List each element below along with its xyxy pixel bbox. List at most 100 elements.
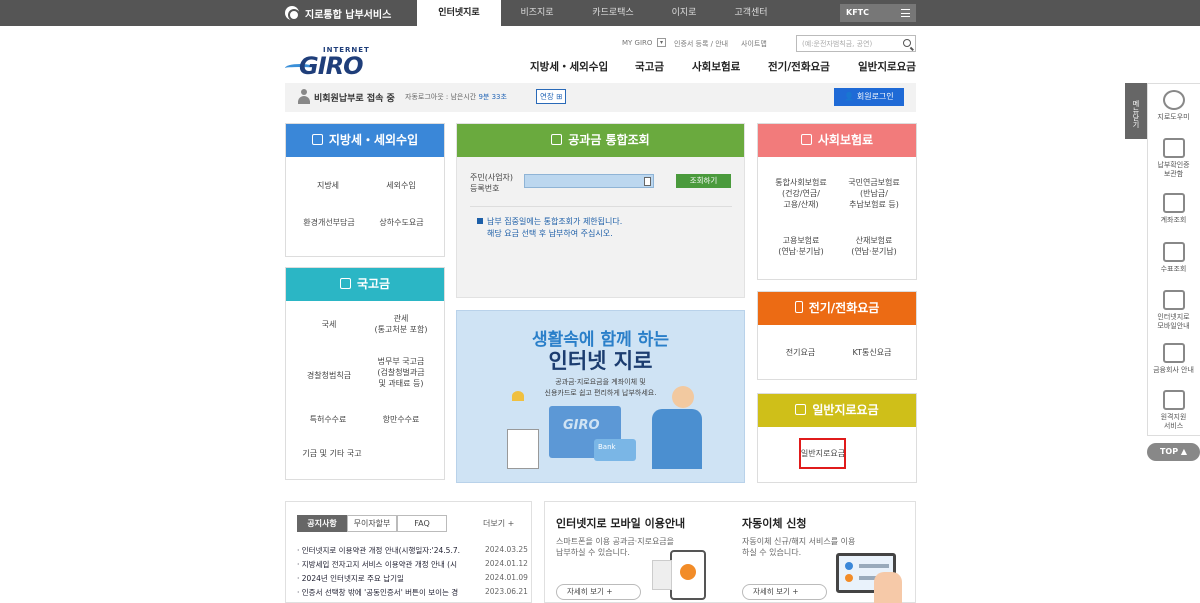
headset-icon xyxy=(1162,90,1185,110)
util-link-cert[interactable]: 인증서 등록 / 안내 xyxy=(674,39,728,49)
item-employment[interactable]: 고용보험료 (연납·분기납) xyxy=(762,235,840,257)
mobile-promo-desc: 스마트폰을 이용 공과금·지로요금을 납부하실 수 있습니다. xyxy=(556,537,675,557)
util-link-sitemap[interactable]: 사이트맵 xyxy=(741,39,767,49)
tab-cardrotax[interactable]: 카드로택스 xyxy=(573,0,653,26)
account-search-icon xyxy=(1162,193,1185,213)
member-login-button[interactable]: 👤 회원로그인 xyxy=(834,88,904,106)
nav-social-insurance[interactable]: 사회보험료 xyxy=(692,59,740,74)
auto-transfer-more-button[interactable]: 자세히 보기 + xyxy=(742,584,827,600)
person-body-illustration xyxy=(652,409,702,469)
extend-button[interactable]: 연장 ⊞ xyxy=(536,89,567,104)
bill-icon xyxy=(795,404,807,415)
brand-link[interactable]: 지로통합 납부서비스 xyxy=(285,0,391,26)
promo-banner[interactable]: 생활속에 함께 하는 인터넷 지로 공과금·지로요금을 계좌이체 및 신용카드로 … xyxy=(456,310,745,483)
divider xyxy=(470,206,732,207)
phone-icon xyxy=(794,301,803,313)
item-env-charge[interactable]: 환경개선부담금 xyxy=(293,217,365,228)
item-local-tax[interactable]: 지방세 xyxy=(298,180,358,191)
sidebar-account-lookup[interactable]: 계좌조회 xyxy=(1147,193,1200,225)
calculator-icon xyxy=(551,134,563,145)
sidebar-remote-support[interactable]: 원격지원 서비스 xyxy=(1147,390,1200,431)
id-number-input[interactable] xyxy=(524,174,654,188)
item-industrial[interactable]: 산재보험료 (연납·분기납) xyxy=(835,235,913,257)
util-link-my-giro[interactable]: MY GIRO xyxy=(622,39,652,47)
lookup-button[interactable]: 조회하기 xyxy=(676,174,731,188)
sidebar-mobile-guide[interactable]: 인터넷지로 모바일안내 xyxy=(1147,290,1200,331)
sidebar-giro-helper[interactable]: 지로도우미 xyxy=(1147,90,1200,122)
item-police-fine[interactable]: 경찰청범칙금 xyxy=(295,370,363,381)
search-icon[interactable] xyxy=(903,39,911,47)
session-status-bar: 비회원납부로 접속 중 자동로그아웃 : 남은시간 9분 33초 연장 ⊞ xyxy=(285,83,916,112)
news-item[interactable]: · 2024년 인터넷지로 주요 납기일 2024.01.09 xyxy=(297,573,528,584)
hamburger-icon xyxy=(901,9,910,17)
news-item[interactable]: · 인터넷지로 이용약관 개정 안내(시행일자:'24.5.7. 2024.03.… xyxy=(297,545,528,556)
tab-faq[interactable]: FAQ xyxy=(397,515,447,532)
news-item[interactable]: · 지방세입 전자고지 서비스 이용약관 개정 안내 (시 2024.01.12 xyxy=(297,559,528,570)
kftc-label: KFTC xyxy=(846,8,869,17)
item-national-tax[interactable]: 국세 xyxy=(299,319,359,330)
user-icon xyxy=(298,89,310,104)
keyboard-icon[interactable] xyxy=(644,177,651,186)
tab-customer-center[interactable]: 고객센터 xyxy=(715,0,787,26)
national-header[interactable]: 국고금 xyxy=(286,268,444,301)
general-header[interactable]: 일반지로요금 xyxy=(758,394,916,427)
lookup-notice: 납부 집중일에는 통합조회가 제한됩니다. 해당 요금 선택 후 납부하여 주십… xyxy=(477,216,622,240)
tab-notice[interactable]: 공지사항 xyxy=(297,515,347,532)
chevron-down-icon[interactable]: ▾ xyxy=(657,38,666,47)
pie-icon xyxy=(680,564,696,580)
social-header[interactable]: 사회보험료 xyxy=(758,124,916,157)
item-water-fee[interactable]: 상하수도요금 xyxy=(369,217,434,228)
receipt-icon xyxy=(652,560,672,590)
smartphone-icon xyxy=(670,550,706,600)
pen-icon xyxy=(800,134,812,145)
item-non-tax[interactable]: 세외수입 xyxy=(371,180,431,191)
auto-transfer-title: 자동이체 신청 xyxy=(742,517,807,530)
item-pension[interactable]: 국민연금보험료 (반납금/ 추납보험료 등) xyxy=(835,177,913,210)
search-placeholder: (예:운전자범칙금, 공연) xyxy=(802,40,873,48)
info-icon xyxy=(1162,290,1185,310)
remote-icon xyxy=(1162,390,1185,410)
giro-logo[interactable]: INTERNET GIRO xyxy=(285,46,369,80)
board-more-link[interactable]: 더보기 + xyxy=(483,518,514,529)
kftc-menu-button[interactable]: KFTC xyxy=(840,4,916,22)
nav-general-giro[interactable]: 일반지로요금 xyxy=(858,59,916,74)
menu-close-tab[interactable]: 메뉴닫기 xyxy=(1125,83,1147,139)
sidebar-receipt-box[interactable]: 납부확인증 보관함 xyxy=(1147,138,1200,179)
item-port-fee[interactable]: 항만수수료 xyxy=(371,414,431,425)
search-input[interactable]: (예:운전자범칙금, 공연) xyxy=(796,35,916,52)
item-customs[interactable]: 관세 (통고처분 포함) xyxy=(365,313,437,335)
tab-biz-giro[interactable]: 비즈지로 xyxy=(501,0,573,26)
nav-local-tax[interactable]: 지방세・세외수입 xyxy=(530,59,608,74)
telecom-header[interactable]: 전기/전화요금 xyxy=(758,292,916,325)
tab-interest-free[interactable]: 무이자할부 xyxy=(347,515,397,532)
item-justice[interactable]: 법무부 국고금 (검찰청벌과금 및 과태료 등) xyxy=(365,356,437,389)
card-illustration: Bank xyxy=(594,439,636,461)
sidebar-finance-guide[interactable]: 금융회사 안내 xyxy=(1147,343,1200,375)
folder-icon xyxy=(1162,138,1185,158)
tab-internet-giro[interactable]: 인터넷지로 xyxy=(417,0,501,26)
news-item[interactable]: · 인증서 선택창 밖에 '공동인증서' 버튼이 보이는 경 2023.06.21 xyxy=(297,587,528,598)
item-fund-etc[interactable]: 기금 및 기타 국고 xyxy=(293,448,371,459)
banner-line2: 인터넷 지로 xyxy=(548,349,653,373)
nav-national[interactable]: 국고금 xyxy=(635,59,664,74)
integrated-lookup-header[interactable]: 공과금 통합조회 xyxy=(457,124,744,157)
nav-telecom[interactable]: 전기/전화요금 xyxy=(768,59,830,74)
scroll-top-button[interactable]: TOP ▲ xyxy=(1147,443,1200,461)
item-kt[interactable]: KT통신요금 xyxy=(838,347,906,358)
telecom-panel: 전기/전화요금 xyxy=(757,291,917,380)
auto-logout-text: 자동로그아웃 : 남은시간 9분 33초 xyxy=(405,93,507,101)
item-patent-fee[interactable]: 특허수수료 xyxy=(298,414,358,425)
item-electricity[interactable]: 전기요금 xyxy=(768,347,833,358)
tab-egiro[interactable]: 이지로 xyxy=(653,0,715,26)
globe-icon xyxy=(285,6,300,21)
top-bar: 지로통합 납부서비스 인터넷지로 비즈지로 카드로택스 이지로 고객센터 KFT… xyxy=(0,0,1200,26)
sidebar-check-lookup[interactable]: 수표조회 xyxy=(1147,242,1200,274)
integrated-lookup-panel: 공과금 통합조회 xyxy=(456,123,745,298)
bullet-icon xyxy=(477,218,483,224)
mobile-promo-more-button[interactable]: 자세히 보기 + xyxy=(556,584,641,600)
person-illustration xyxy=(672,386,694,408)
local-tax-header[interactable]: 지방세・세외수입 xyxy=(286,124,444,157)
remaining-time: 9분 33초 xyxy=(478,93,507,101)
item-integrated-social[interactable]: 통합사회보험료 (건강/연금/ 고용/산재) xyxy=(762,177,840,210)
lamp-illustration xyxy=(512,391,524,401)
